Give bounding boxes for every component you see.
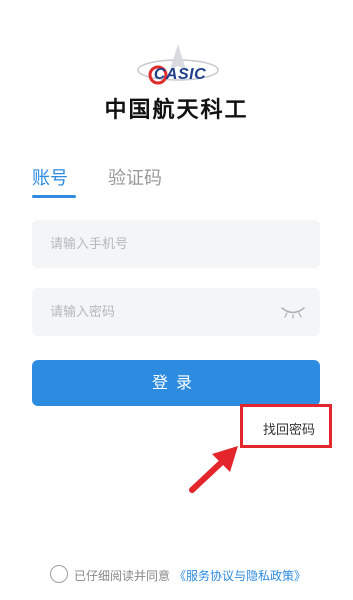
phone-field[interactable]	[32, 220, 320, 268]
brand-name: 中国航天科工	[104, 98, 249, 123]
consent-row: 已仔细阅读并同意 《服务协议与隐私政策》	[50, 565, 350, 585]
logo-text: CASIC	[153, 66, 207, 83]
casic-logo: CASIC	[128, 40, 228, 92]
login-button[interactable]: 登录	[32, 360, 320, 406]
consent-text: 已仔细阅读并同意	[74, 569, 171, 583]
password-field[interactable]	[32, 288, 320, 336]
arrow-icon	[189, 446, 238, 493]
consent-radio[interactable]	[50, 565, 68, 583]
eye-closed-icon[interactable]	[280, 305, 306, 319]
tab-verification-code[interactable]: 验证码	[108, 164, 162, 190]
forgot-password-link[interactable]: 找回密码	[263, 419, 315, 438]
phone-input[interactable]	[32, 220, 320, 268]
password-input[interactable]	[32, 288, 320, 336]
policy-link[interactable]: 《服务协议与隐私政策》	[174, 567, 306, 584]
tab-account[interactable]: 账号	[32, 164, 68, 190]
active-tab-indicator	[32, 195, 76, 198]
